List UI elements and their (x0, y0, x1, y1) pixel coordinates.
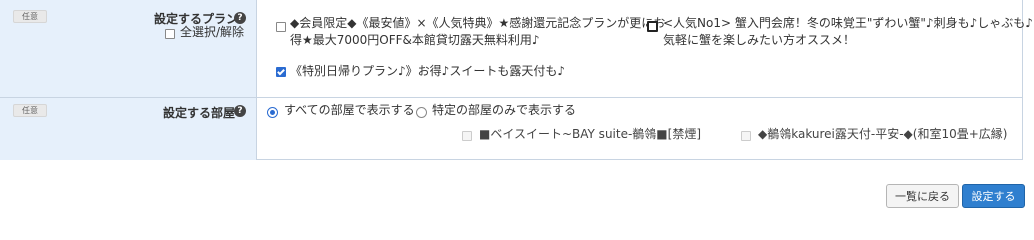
plan-checkbox[interactable] (647, 21, 658, 32)
room-row-label: 設定する部屋 (163, 106, 236, 120)
plan-label-line[interactable]: 《特別日帰りプラン♪》お得♪スイートも露天付も♪ (290, 63, 565, 80)
room-checkbox[interactable] (462, 131, 472, 141)
optional-badge: 任意 (13, 10, 47, 23)
room-scope-radio-all[interactable] (267, 107, 278, 118)
plan-label-line[interactable]: ◆会員限定◆《最安値》×《人気特典》★感謝還元記念プランが更にお (290, 15, 665, 32)
room-checkbox[interactable] (741, 131, 751, 141)
column-divider (256, 0, 257, 160)
optional-badge: 任意 (13, 104, 47, 117)
room-label: ◆鶺鴒kakurei露天付-平安-◆(和室10畳+広縁) (758, 127, 1008, 141)
plan-label-line[interactable]: 気軽に蟹を楽しみたい方オススメ！ (663, 32, 855, 49)
plan-label-line[interactable]: <人気No1> 蟹入門会席！冬の味覚王"ずわい蟹"♪刺身も♪しゃぶも♪ (663, 15, 1033, 32)
select-all-label[interactable]: 全選択/解除 (180, 24, 244, 41)
plan-checkbox[interactable] (276, 67, 286, 77)
room-label: ■ベイスイート~BAY suite-鶺鴒■[禁煙] (479, 127, 701, 141)
row-divider (0, 97, 1023, 98)
plan-checkbox[interactable] (276, 22, 286, 32)
room-scope-label[interactable]: すべての部屋で表示する (284, 102, 415, 119)
help-icon[interactable]: ? (234, 105, 246, 117)
room-scope-radio-specific[interactable] (416, 107, 427, 118)
select-all-checkbox[interactable] (165, 29, 175, 39)
back-to-list-button[interactable]: 一覧に戻る (886, 184, 959, 208)
room-scope-label[interactable]: 特定の部屋のみで表示する (432, 102, 576, 119)
help-icon[interactable]: ? (234, 12, 246, 24)
plan-label-line[interactable]: 得★最大7000円OFF&本館貸切露天無料利用♪ (290, 32, 540, 49)
submit-settings-button[interactable]: 設定する (962, 184, 1025, 208)
